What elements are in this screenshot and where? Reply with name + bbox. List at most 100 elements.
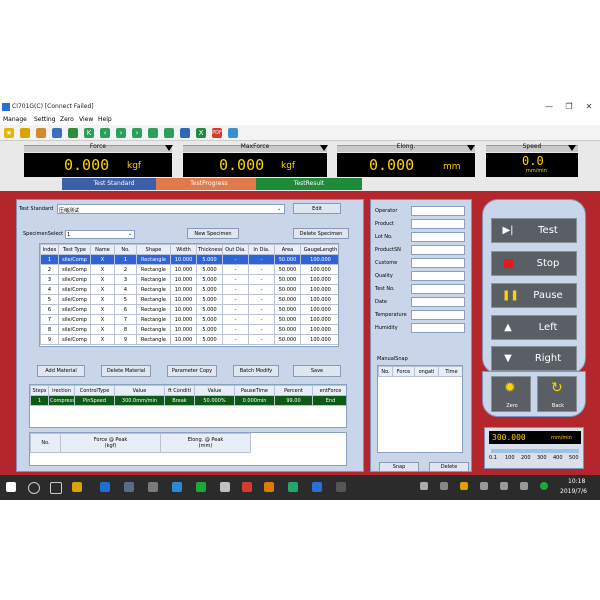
specimen-select[interactable]: 1 ⌄	[65, 230, 135, 239]
open-folder-icon[interactable]	[20, 128, 30, 138]
parameter-copy-button[interactable]: Parameter Copy	[167, 365, 217, 377]
column-header[interactable]: Time	[438, 366, 462, 377]
pause-button[interactable]: ❚❚ Pause	[491, 283, 577, 308]
task-view-icon[interactable]	[50, 482, 62, 494]
qq-icon[interactable]	[172, 482, 182, 492]
column-header[interactable]: Index	[40, 244, 59, 255]
column-header[interactable]: Elong. @ Peak (mm)	[160, 433, 251, 453]
force-dropdown-icon[interactable]	[165, 145, 173, 151]
ci701-app-icon[interactable]	[312, 482, 322, 492]
app-icon-green[interactable]	[288, 482, 298, 492]
column-header[interactable]: In Dia.	[248, 244, 275, 255]
minimize-button[interactable]: —	[542, 101, 556, 113]
info-field-input[interactable]	[411, 245, 465, 255]
column-header[interactable]: Thickness	[196, 244, 223, 255]
firefox-icon[interactable]	[264, 482, 274, 492]
new-specimen-button[interactable]: New Specimen	[187, 228, 239, 239]
snap-button[interactable]: Snap	[379, 462, 419, 472]
speed-setpoint-display[interactable]: 300.000 mm/min	[489, 431, 581, 444]
table-row[interactable]: 7 sile/Comp X 7 Rectangle 10.000 5.000- -50.000…	[40, 314, 338, 325]
column-header[interactable]: Width	[170, 244, 197, 255]
tray-icon[interactable]	[460, 482, 468, 490]
delete-material-button[interactable]: Delete Material	[101, 365, 151, 377]
column-header[interactable]: No.	[378, 366, 393, 377]
curve-icon[interactable]	[148, 128, 158, 138]
column-header[interactable]: PauseTime	[234, 385, 275, 396]
add-material-button[interactable]: Add Material	[37, 365, 85, 377]
pdf-icon[interactable]: PDF	[212, 128, 222, 138]
menu-zero[interactable]: Zero	[60, 116, 74, 123]
table-row[interactable]: 3 sile/Comp X 3 Rectangle 10.000 5.000- -50.000…	[40, 274, 338, 285]
delete-specimen-button[interactable]: Delete Specimen	[293, 228, 349, 239]
info-field-input[interactable]	[411, 232, 465, 242]
pdf-app-icon[interactable]	[242, 482, 252, 492]
previous-icon[interactable]: ‹	[100, 128, 110, 138]
store-icon[interactable]	[124, 482, 134, 492]
stop-button[interactable]: Stop	[491, 251, 577, 276]
app-icon-dark[interactable]	[336, 482, 346, 492]
save-button[interactable]: Save	[293, 365, 341, 377]
column-header[interactable]: Value	[194, 385, 235, 396]
tab-test-result[interactable]: TestResult	[256, 178, 362, 190]
column-header[interactable]: Percent	[274, 385, 313, 396]
info-field-input[interactable]	[411, 323, 465, 333]
column-header[interactable]: No.	[30, 433, 61, 453]
maximize-button[interactable]: ❐	[562, 101, 576, 113]
column-header[interactable]: irection	[48, 385, 75, 396]
tray-icon[interactable]	[420, 482, 428, 490]
explorer-icon[interactable]	[72, 482, 82, 492]
right-button[interactable]: ▼ Right	[491, 346, 577, 371]
tab-test-standard[interactable]: Test Standard	[62, 178, 166, 190]
wechat-icon[interactable]	[196, 482, 206, 492]
info-field-input[interactable]	[411, 271, 465, 281]
column-header[interactable]: Area	[274, 244, 301, 255]
table-row[interactable]: 6 sile/Comp X 6 Rectangle 10.000 5.000- -50.000…	[40, 304, 338, 315]
table-row[interactable]: 1 Compress PinSpeed 300.0mm/min Break 50.000%…	[30, 395, 346, 406]
table-row[interactable]: 2 sile/Comp X 2 Rectangle 10.000 5.000- -50.000…	[40, 264, 338, 275]
close-button[interactable]: ✕	[582, 101, 596, 113]
menu-help[interactable]: Help	[98, 116, 112, 123]
test-button[interactable]: ▶| Test	[491, 218, 577, 243]
edge-icon[interactable]	[100, 482, 110, 492]
star-icon[interactable]: ★	[4, 128, 14, 138]
batch-modify-button[interactable]: Batch Modify	[233, 365, 279, 377]
column-header[interactable]: Value	[114, 385, 165, 396]
column-header[interactable]: Force	[392, 366, 415, 377]
table-row[interactable]: 4 sile/Comp X 4 Rectangle 10.000 5.000- -50.000…	[40, 284, 338, 295]
folder-icon[interactable]	[36, 128, 46, 138]
menu-manage[interactable]: Manage	[3, 116, 27, 123]
tray-icon[interactable]	[440, 482, 448, 490]
back-button[interactable]: ↻ Back	[537, 376, 577, 412]
search-icon[interactable]	[28, 482, 40, 494]
maxforce-dropdown-icon[interactable]	[320, 145, 328, 151]
column-header[interactable]: GaugeLength	[300, 244, 338, 255]
report-icon[interactable]	[180, 128, 190, 138]
edit-button[interactable]: Edit	[293, 203, 341, 214]
tab-test-progress[interactable]: TestProgress	[156, 178, 262, 190]
column-header[interactable]: Name	[90, 244, 115, 255]
info-field-input[interactable]	[411, 258, 465, 268]
ime-icon[interactable]	[540, 482, 548, 490]
table-row[interactable]: 9 sile/Comp X 9 Rectangle 10.000 5.000- -50.000…	[40, 334, 338, 345]
chart-icon[interactable]	[164, 128, 174, 138]
column-header[interactable]: ft Conditi	[164, 385, 195, 396]
column-header[interactable]: No.	[114, 244, 137, 255]
info-field-input[interactable]	[411, 206, 465, 216]
speed-dropdown-icon[interactable]	[568, 145, 576, 151]
delete-icon[interactable]	[68, 128, 78, 138]
left-button[interactable]: ▲ Left	[491, 315, 577, 340]
info-field-input[interactable]	[411, 297, 465, 307]
column-header[interactable]: ControlType	[74, 385, 115, 396]
speed-slider[interactable]	[491, 449, 579, 453]
zero-button[interactable]: ✹ Zero	[491, 376, 531, 412]
table-row[interactable]: 5 sile/Comp X 5 Rectangle 10.000 5.000- -50.000…	[40, 294, 338, 305]
monitor-icon[interactable]	[228, 128, 238, 138]
first-icon[interactable]: K	[84, 128, 94, 138]
info-field-input[interactable]	[411, 310, 465, 320]
copy-icon[interactable]	[52, 128, 62, 138]
table-row[interactable]: 1 sile/Comp X 1 Rectangle 10.000 5.000- -50.000…	[40, 254, 338, 265]
volume-icon[interactable]	[520, 482, 528, 490]
network-icon[interactable]	[500, 482, 508, 490]
last-icon[interactable]: ›	[132, 128, 142, 138]
info-field-input[interactable]	[411, 219, 465, 229]
